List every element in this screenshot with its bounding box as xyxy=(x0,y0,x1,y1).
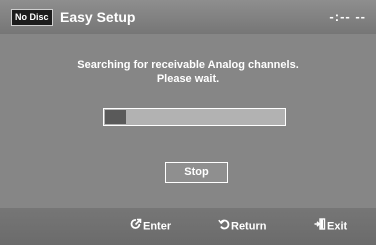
status-message-line-1: Searching for receivable Analog channels… xyxy=(77,59,299,71)
stop-button[interactable]: Stop xyxy=(165,162,228,183)
progress-bar xyxy=(103,108,286,126)
exit-hint[interactable]: Exit xyxy=(314,218,347,234)
enter-hint[interactable]: Enter xyxy=(130,218,171,234)
return-label: Return xyxy=(231,220,267,233)
status-message: Searching for receivable Analog channels… xyxy=(0,58,376,86)
footer-bar: Enter Return Exit xyxy=(0,208,376,245)
exit-icon xyxy=(314,218,326,235)
return-icon xyxy=(218,218,230,235)
clock-display: -:-- -- xyxy=(329,9,366,24)
enter-icon xyxy=(130,218,142,235)
enter-label: Enter xyxy=(143,220,172,233)
disc-status-badge: No Disc xyxy=(11,9,53,26)
title-bar: No Disc Easy Setup -:-- -- xyxy=(0,0,376,34)
page-title: Easy Setup xyxy=(60,9,136,25)
progress-bar-fill xyxy=(105,110,126,124)
return-hint[interactable]: Return xyxy=(218,218,266,234)
status-message-line-2: Please wait. xyxy=(156,73,220,85)
exit-label: Exit xyxy=(327,220,348,233)
easy-setup-screen: No Disc Easy Setup -:-- -- Searching for… xyxy=(0,0,376,245)
